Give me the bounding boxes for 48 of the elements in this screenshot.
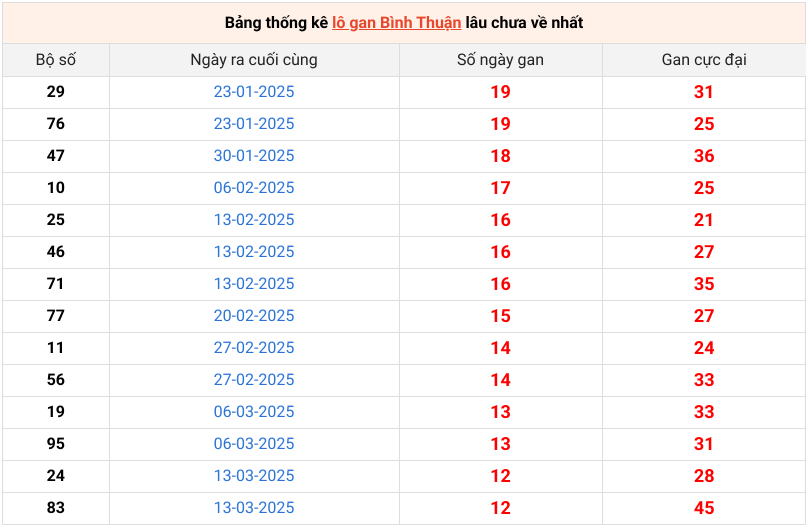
table-cell: 25 xyxy=(3,204,109,236)
table-cell: 14 xyxy=(399,364,602,396)
table-cell: 11 xyxy=(3,332,109,364)
table-cell: 10 xyxy=(3,172,109,204)
table-cell: 56 xyxy=(3,364,109,396)
column-header: Bộ số xyxy=(3,44,109,76)
table-cell: 30-01-2025 xyxy=(109,140,399,172)
table-cell: 19 xyxy=(399,108,602,140)
column-header: Số ngày gan xyxy=(399,44,602,76)
table-cell: 16 xyxy=(399,236,602,268)
table-cell: 27-02-2025 xyxy=(109,364,399,396)
table-cell: 12 xyxy=(399,460,602,492)
table-cell: 20-02-2025 xyxy=(109,300,399,332)
column-header: Ngày ra cuối cùng xyxy=(109,44,399,76)
table-cell: 47 xyxy=(3,140,109,172)
table-cell: 06-03-2025 xyxy=(109,396,399,428)
table-cell: 19 xyxy=(399,76,602,108)
table-cell: 76 xyxy=(3,108,109,140)
table-cell: 13-02-2025 xyxy=(109,268,399,300)
table-cell: 13 xyxy=(399,428,602,460)
table-cell: 17 xyxy=(399,172,602,204)
table-cell: 19 xyxy=(3,396,109,428)
table-cell: 15 xyxy=(399,300,602,332)
table-cell: 46 xyxy=(3,236,109,268)
table-cell: 16 xyxy=(399,268,602,300)
table-cell: 27-02-2025 xyxy=(109,332,399,364)
table-cell: 13-02-2025 xyxy=(109,204,399,236)
table-cell: 06-03-2025 xyxy=(109,428,399,460)
table-cell: 12 xyxy=(399,492,602,524)
table-cell: 06-02-2025 xyxy=(109,172,399,204)
table-cell: 18 xyxy=(399,140,602,172)
table-cell: 29 xyxy=(3,76,109,108)
table-cell: 13-03-2025 xyxy=(109,460,399,492)
table-cell: 71 xyxy=(3,268,109,300)
table-cell: 24 xyxy=(3,460,109,492)
table-cell: 83 xyxy=(3,492,109,524)
column-header: Gan cực đại xyxy=(602,44,806,76)
table-title: Bảng thống kê lô gan Bình Thuận lâu chưa về nhất xyxy=(3,3,805,44)
region-link[interactable]: lô gan Bình Thuận xyxy=(332,13,462,32)
table-cell: 13 xyxy=(399,396,602,428)
table-cell: 23-01-2025 xyxy=(109,108,399,140)
table-cell: 16 xyxy=(399,204,602,236)
table-cell: 23-01-2025 xyxy=(109,76,399,108)
table-cell: 77 xyxy=(3,300,109,332)
table-cell: 14 xyxy=(399,332,602,364)
table-cell: 95 xyxy=(3,428,109,460)
table-cell: 13-03-2025 xyxy=(109,492,399,524)
table-cell: 13-02-2025 xyxy=(109,236,399,268)
